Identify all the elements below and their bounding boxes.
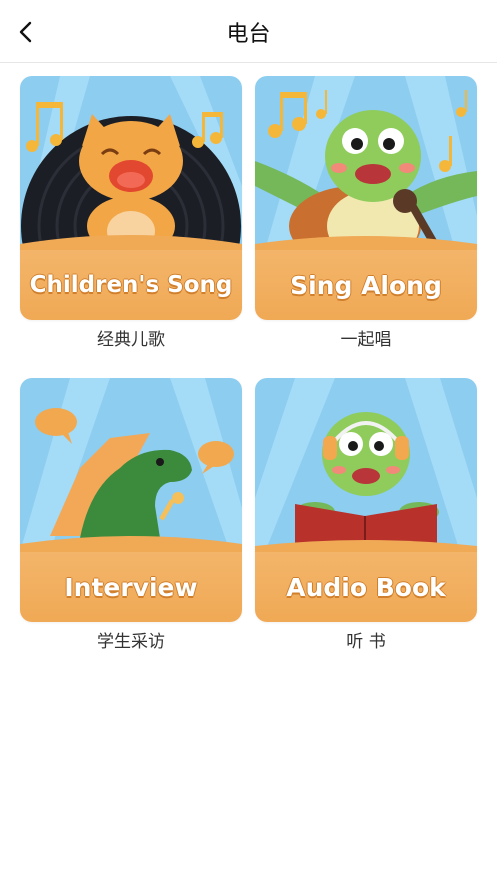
card-caption: 一起唱 [340,330,392,350]
banner-label: Children's Song [29,272,233,298]
card-sing-along[interactable]: Sing Along [255,76,477,320]
header-bar: 电台 [0,0,497,63]
card-banner: Interview [20,552,242,622]
banner-label: Interview [64,572,198,602]
card-interview[interactable]: Interview [20,378,242,622]
turtle-singing-illustration [255,76,477,250]
banner-label: Audio Book [286,572,446,602]
page-title: 电台 [226,22,271,47]
card-caption: 听 书 [346,632,386,652]
banner-label: Sing Along [290,270,442,300]
card-banner: Sing Along [255,250,477,320]
cat-singing-illustration [20,76,242,250]
card-childrens-song[interactable]: Children's Song [20,76,242,320]
card-caption: 学生采访 [97,632,165,652]
card-banner: Children's Song [20,250,242,320]
card-caption: 经典儿歌 [97,330,165,350]
turtle-reading-illustration [255,378,477,552]
dinosaur-interview-illustration [20,378,242,552]
card-audio-book[interactable]: Audio Book [255,378,477,622]
card-banner: Audio Book [255,552,477,622]
